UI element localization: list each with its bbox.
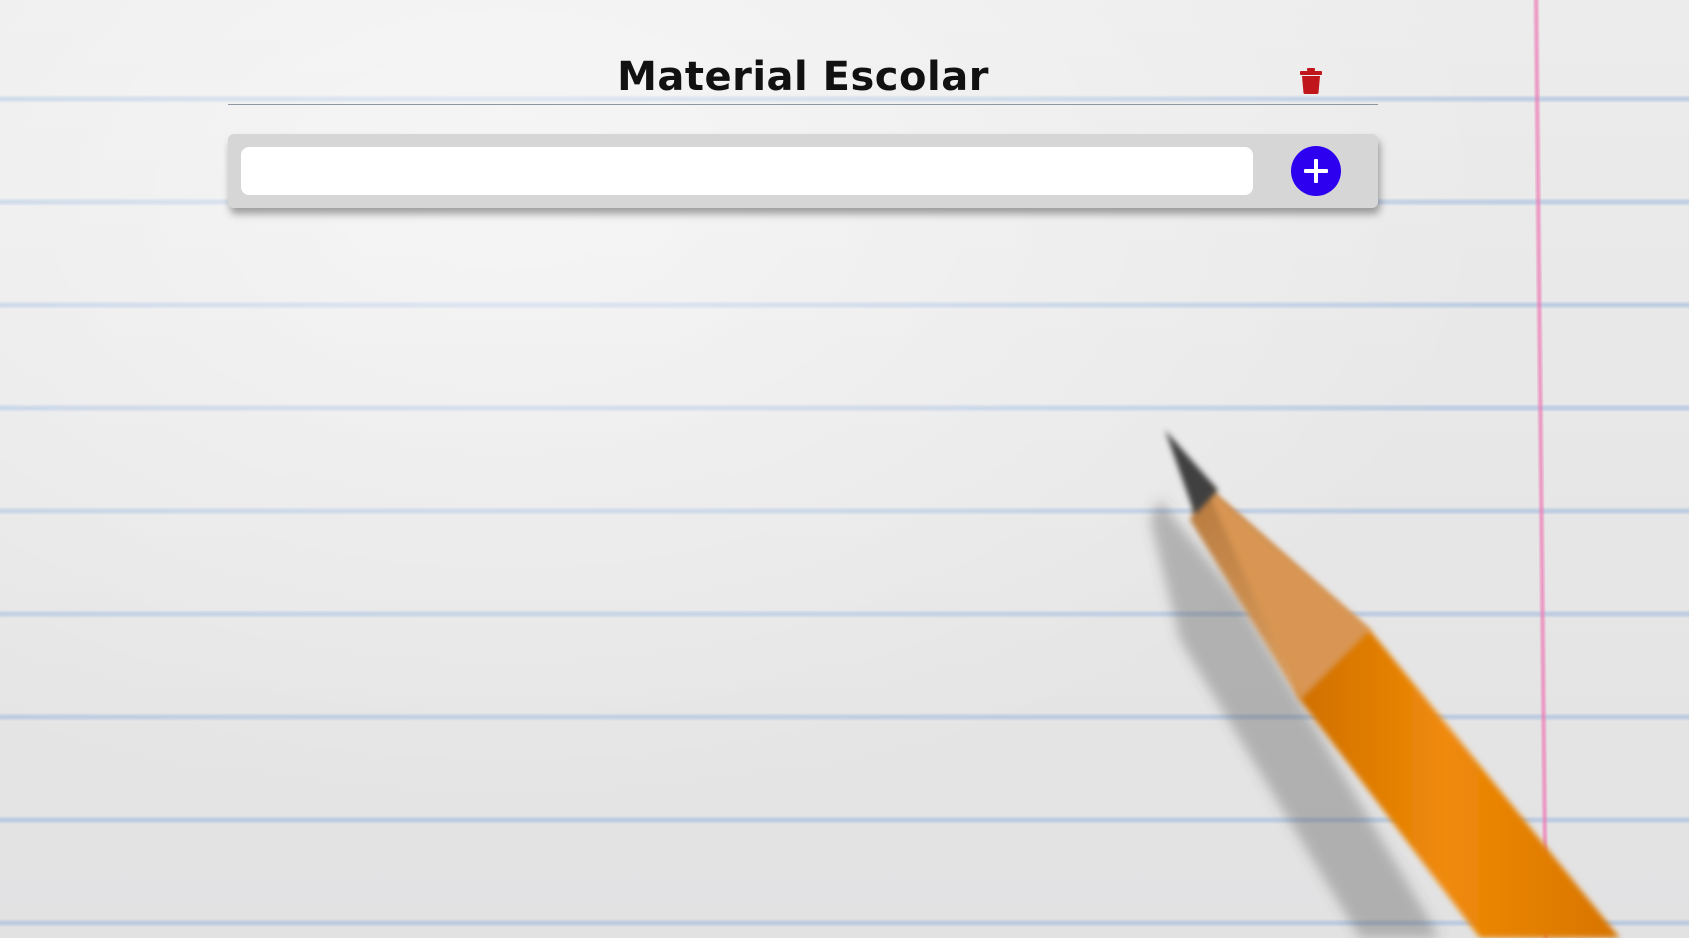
trash-icon (1300, 68, 1322, 94)
plus-icon (1304, 159, 1328, 183)
list-header: Material Escolar (228, 50, 1378, 105)
add-item-button[interactable] (1291, 146, 1341, 196)
clear-list-button[interactable] (1298, 66, 1324, 96)
new-item-form (228, 134, 1378, 208)
page-title: Material Escolar (617, 54, 989, 100)
new-item-input[interactable] (241, 147, 1253, 195)
